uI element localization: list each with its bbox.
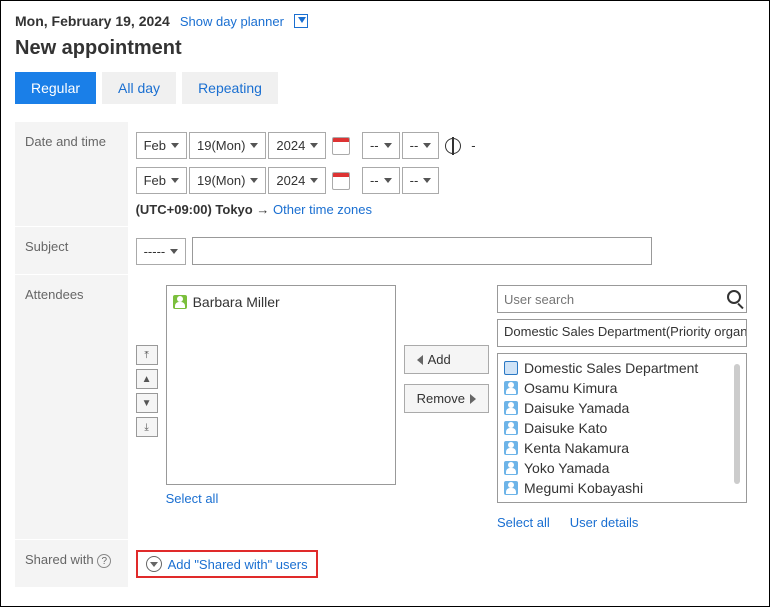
end-datetime: Feb 19(Mon) 2024 -- -- xyxy=(136,167,747,194)
list-item[interactable]: Domestic Sales Department xyxy=(504,358,740,378)
person-icon xyxy=(504,481,518,495)
start-hour-select[interactable]: -- xyxy=(362,132,400,159)
appointment-type-tabs: Regular All day Repeating xyxy=(15,72,755,104)
user-details-link[interactable]: User details xyxy=(570,515,639,530)
current-date: Mon, February 19, 2024 xyxy=(15,13,170,29)
start-month-select[interactable]: Feb xyxy=(136,132,187,159)
end-day-select[interactable]: 19(Mon) xyxy=(189,167,266,194)
select-all-left-link[interactable]: Select all xyxy=(166,491,219,506)
tab-repeating[interactable]: Repeating xyxy=(182,72,278,104)
list-item[interactable]: Kenta Nakamura xyxy=(504,438,740,458)
download-icon[interactable] xyxy=(294,14,308,28)
user-search-input[interactable] xyxy=(497,285,747,313)
caret-icon xyxy=(250,178,258,183)
remove-button[interactable]: Remove xyxy=(404,384,489,413)
header-row: Mon, February 19, 2024 Show day planner xyxy=(15,13,755,29)
caret-icon xyxy=(171,143,179,148)
selected-attendees-list[interactable]: Barbara Miller xyxy=(166,285,396,485)
person-icon xyxy=(504,381,518,395)
person-icon xyxy=(504,461,518,475)
subject-type-select[interactable]: ----- xyxy=(136,238,187,265)
tab-all-day[interactable]: All day xyxy=(102,72,176,104)
end-hour-select[interactable]: -- xyxy=(362,167,400,194)
candidate-list[interactable]: Domestic Sales Department Osamu Kimura D… xyxy=(497,353,747,503)
move-up-button[interactable]: ▲ xyxy=(136,369,158,389)
end-year-select[interactable]: 2024 xyxy=(268,167,326,194)
row-subject: Subject ----- xyxy=(15,227,755,275)
row-attendees: Attendees ⤒ ▲ ▼ ⤓ Barbara Miller xyxy=(15,275,755,540)
caret-icon xyxy=(171,178,179,183)
label-shared-with: Shared with ? xyxy=(15,540,128,588)
list-item[interactable]: Osamu Kimura xyxy=(504,378,740,398)
select-all-right-link[interactable]: Select all xyxy=(497,515,550,530)
scrollbar[interactable] xyxy=(734,364,740,484)
move-top-button[interactable]: ⤒ xyxy=(136,345,158,365)
tab-regular[interactable]: Regular xyxy=(15,72,96,104)
triangle-right-icon xyxy=(470,394,476,404)
list-item[interactable]: Daisuke Kato xyxy=(504,418,740,438)
candidate-column: Domestic Sales Department(Priority organ… xyxy=(497,285,747,530)
timezone-row: (UTC+09:00) Tokyo → Other time zones xyxy=(136,202,747,217)
search-icon[interactable] xyxy=(727,290,741,304)
page-title: New appointment xyxy=(15,37,755,60)
caret-icon xyxy=(384,178,392,183)
list-item[interactable]: Barbara Miller xyxy=(173,292,389,312)
help-icon[interactable]: ? xyxy=(97,554,111,568)
end-month-select[interactable]: Feb xyxy=(136,167,187,194)
organization-select[interactable]: Domestic Sales Department(Priority organ… xyxy=(497,319,747,347)
add-shared-with-highlight: Add "Shared with" users xyxy=(136,550,318,578)
add-button[interactable]: Add xyxy=(404,345,489,374)
other-timezones-link[interactable]: Other time zones xyxy=(273,202,372,217)
subject-input[interactable] xyxy=(192,237,652,265)
list-item[interactable]: Yoko Yamada xyxy=(504,458,740,478)
move-down-button[interactable]: ▼ xyxy=(136,393,158,413)
add-remove-buttons: Add Remove xyxy=(404,345,489,413)
caret-icon xyxy=(170,249,178,254)
field-attendees: ⤒ ▲ ▼ ⤓ Barbara Miller Sel xyxy=(128,275,755,540)
field-shared-with: Add "Shared with" users xyxy=(128,540,755,588)
caret-icon xyxy=(310,178,318,183)
user-search-wrap xyxy=(497,285,747,313)
caret-icon xyxy=(310,143,318,148)
caret-icon xyxy=(423,178,431,183)
calendar-icon[interactable] xyxy=(332,172,350,190)
start-datetime: Feb 19(Mon) 2024 -- -- - xyxy=(136,132,747,159)
timezone-label: (UTC+09:00) Tokyo xyxy=(136,202,253,217)
move-bottom-button[interactable]: ⤓ xyxy=(136,417,158,437)
field-date-time: Feb 19(Mon) 2024 -- -- - Feb 19(Mon) 202… xyxy=(128,122,755,227)
form-table: Date and time Feb 19(Mon) 2024 -- -- - F… xyxy=(15,122,755,588)
attendee-name: Barbara Miller xyxy=(193,294,280,310)
list-item[interactable]: Megumi Kobayashi xyxy=(504,478,740,498)
globe-icon[interactable] xyxy=(445,138,461,154)
start-day-select[interactable]: 19(Mon) xyxy=(189,132,266,159)
start-minute-select[interactable]: -- xyxy=(402,132,440,159)
label-subject: Subject xyxy=(15,227,128,275)
list-item[interactable]: Daisuke Yamada xyxy=(504,398,740,418)
calendar-icon[interactable] xyxy=(332,137,350,155)
caret-icon xyxy=(250,143,258,148)
reorder-buttons: ⤒ ▲ ▼ ⤓ xyxy=(136,345,158,437)
caret-icon xyxy=(423,143,431,148)
caret-icon xyxy=(384,143,392,148)
row-shared-with: Shared with ? Add "Shared with" users xyxy=(15,540,755,588)
label-date-time: Date and time xyxy=(15,122,128,227)
organization-icon xyxy=(504,361,518,375)
field-subject: ----- xyxy=(128,227,755,275)
person-icon xyxy=(173,295,187,309)
label-attendees: Attendees xyxy=(15,275,128,540)
person-icon xyxy=(504,441,518,455)
range-dash: - xyxy=(471,138,475,153)
expand-icon[interactable] xyxy=(146,556,162,572)
start-year-select[interactable]: 2024 xyxy=(268,132,326,159)
person-icon xyxy=(504,421,518,435)
row-date-time: Date and time Feb 19(Mon) 2024 -- -- - F… xyxy=(15,122,755,227)
end-minute-select[interactable]: -- xyxy=(402,167,440,194)
show-day-planner-link[interactable]: Show day planner xyxy=(180,14,284,29)
app-frame: Mon, February 19, 2024 Show day planner … xyxy=(0,0,770,607)
person-icon xyxy=(504,401,518,415)
add-shared-with-link[interactable]: Add "Shared with" users xyxy=(168,557,308,572)
triangle-left-icon xyxy=(417,355,423,365)
